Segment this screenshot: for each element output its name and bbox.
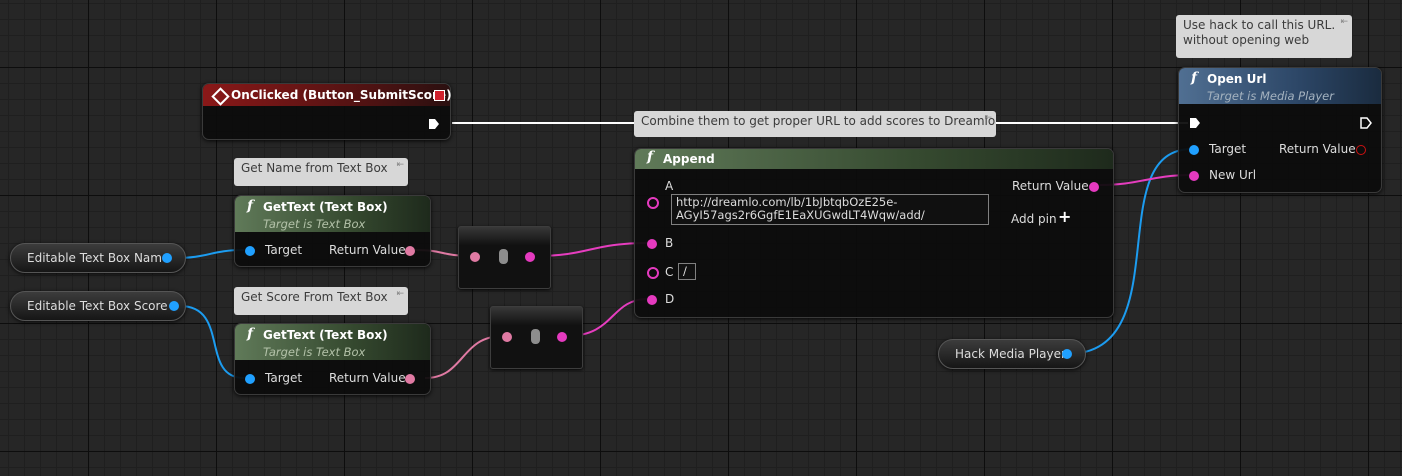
return-value-pin[interactable] [1356, 145, 1366, 155]
return-value-label: Return Value [329, 243, 406, 257]
comment-combine[interactable]: Combine them to get proper URL to add sc… [634, 111, 996, 137]
append-node[interactable]: f Append A http://dreamlo.com/lb/1bJbtqb… [634, 148, 1114, 318]
pin-b[interactable] [647, 239, 657, 249]
return-value-label: Return Value [1012, 179, 1089, 193]
pin-b-label: B [665, 236, 674, 250]
close-icon[interactable]: ⇤ [396, 289, 404, 299]
close-icon[interactable]: ⇤ [984, 113, 992, 123]
exec-out-pin[interactable] [428, 118, 440, 130]
target-pin[interactable] [1189, 145, 1199, 155]
pin-a-text-field[interactable]: http://dreamlo.com/lb/1bJbtqbOzE25e- AGy… [671, 194, 989, 225]
event-node-onclicked[interactable]: OnClicked (Button_SubmitScore) [202, 83, 452, 140]
variable-editable-text-box-name[interactable]: Editable Text Box Name [10, 243, 186, 273]
pin-a[interactable] [647, 197, 659, 209]
variable-label: Editable Text Box Name [27, 251, 170, 265]
comment-text: Get Name from Text Box [241, 161, 388, 175]
gettext-node-name[interactable]: f GetText (Text Box) Target is Text Box … [234, 195, 431, 267]
function-header: f GetText (Text Box) Target is Text Box [235, 196, 430, 232]
variable-out-pin[interactable] [1062, 349, 1072, 359]
delegate-square-icon[interactable] [434, 90, 445, 101]
event-header: OnClicked (Button_SubmitScore) [203, 84, 452, 106]
function-icon: f [247, 326, 254, 342]
function-header: f Open Url Target is Media Player [1179, 68, 1381, 104]
target-label: Target [265, 371, 303, 385]
conversion-knot [499, 249, 508, 264]
conversion-node-name[interactable] [458, 226, 551, 289]
pin-d-label: D [665, 292, 675, 306]
open-url-node[interactable]: f Open Url Target is Media Player Target… [1178, 67, 1382, 193]
variable-out-pin[interactable] [162, 253, 172, 263]
node-title: GetText (Text Box) [263, 328, 388, 342]
gettext-node-score[interactable]: f GetText (Text Box) Target is Text Box … [234, 323, 431, 395]
plus-icon[interactable]: + [1058, 207, 1071, 226]
conversion-node-score[interactable] [490, 306, 583, 369]
node-title: Open Url [1207, 72, 1267, 86]
comment-get-score[interactable]: Get Score From Text Box ⇤ [234, 287, 408, 315]
target-pin[interactable] [245, 374, 255, 384]
variable-hack-media-player[interactable]: Hack Media Player [938, 339, 1086, 369]
comment-text: Combine them to get proper URL to add sc… [641, 114, 996, 128]
pin-d[interactable] [647, 295, 657, 305]
node-subtitle: Target is Media Player [1207, 89, 1334, 103]
variable-editable-text-box-score[interactable]: Editable Text Box Score [10, 291, 186, 321]
node-title: GetText (Text Box) [263, 200, 388, 214]
conversion-knot [531, 329, 540, 344]
pin-c-label: C [665, 265, 674, 279]
exec-out-pin[interactable] [1360, 117, 1372, 129]
comment-open-url[interactable]: Use hack to call this URL. without openi… [1176, 15, 1352, 58]
target-pin[interactable] [245, 246, 255, 256]
conversion-in-pin[interactable] [470, 252, 480, 262]
add-pin-label[interactable]: Add pin [1011, 212, 1057, 226]
node-subtitle: Target is Text Box [263, 345, 366, 359]
pin-c[interactable] [647, 267, 659, 279]
return-value-label: Return Value [1279, 142, 1356, 156]
function-icon: f [647, 149, 654, 165]
target-label: Target [265, 243, 303, 257]
node-subtitle: Target is Text Box [263, 217, 366, 231]
variable-out-pin[interactable] [169, 301, 179, 311]
node-title: Append [663, 152, 715, 166]
conversion-out-pin[interactable] [557, 332, 567, 342]
variable-label: Hack Media Player [955, 347, 1066, 361]
function-icon: f [247, 198, 254, 214]
exec-in-pin[interactable] [1189, 117, 1201, 129]
pin-a-label: A [665, 179, 674, 193]
comment-text: Get Score From Text Box [241, 290, 388, 304]
close-icon[interactable]: ⇤ [396, 160, 404, 170]
target-label: Target [1209, 142, 1247, 156]
function-header: f GetText (Text Box) Target is Text Box [235, 324, 430, 360]
new-url-label: New Url [1209, 168, 1257, 182]
return-value-pin[interactable] [405, 246, 415, 256]
return-value-pin[interactable] [405, 374, 415, 384]
function-icon: f [1191, 70, 1198, 86]
event-title: OnClicked (Button_SubmitScore) [231, 88, 452, 102]
string-wire-b [534, 242, 649, 257]
comment-get-name[interactable]: Get Name from Text Box ⇤ [234, 158, 408, 186]
event-diamond-icon [211, 87, 230, 106]
return-value-label: Return Value [329, 371, 406, 385]
pin-c-text-field[interactable]: / [678, 263, 696, 280]
variable-label: Editable Text Box Score [27, 299, 168, 313]
conversion-in-pin[interactable] [502, 332, 512, 342]
comment-text: Use hack to call this URL. without openi… [1183, 18, 1336, 47]
new-url-pin[interactable] [1189, 171, 1199, 181]
return-value-pin[interactable] [1089, 182, 1099, 192]
close-icon[interactable]: ⇤ [1340, 17, 1348, 27]
conversion-out-pin[interactable] [525, 252, 535, 262]
function-header: f Append [635, 149, 1113, 169]
